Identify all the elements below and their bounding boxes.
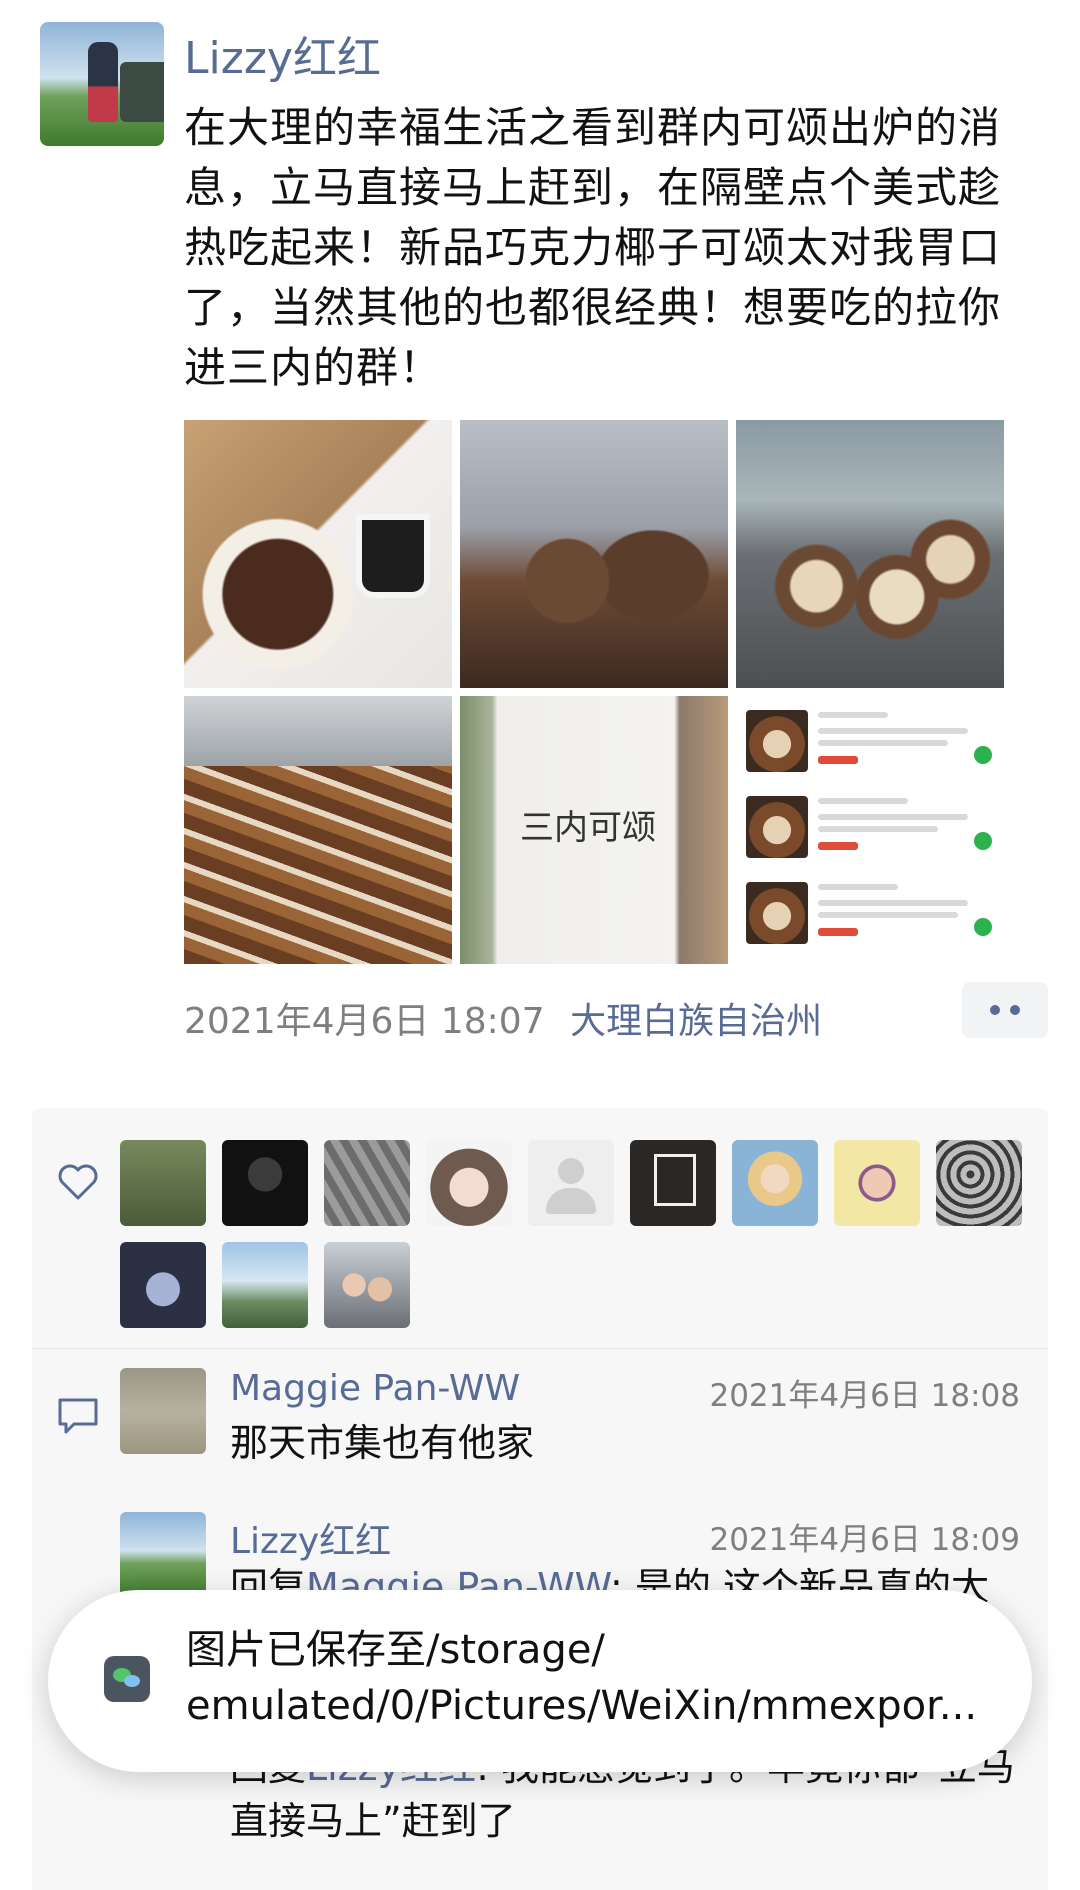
- photo-croissant-tray[interactable]: [460, 420, 728, 688]
- menu-line: [818, 712, 888, 718]
- like-avatar[interactable]: [936, 1140, 1022, 1226]
- comment-item[interactable]: Maggie Pan-WW 2021年4月6日 18:08 那天市集也有他家: [120, 1368, 1020, 1478]
- more-dot-icon: [990, 1005, 1000, 1015]
- menu-line: [818, 740, 948, 746]
- moments-post-page: Lizzy红红 在大理的幸福生活之看到群内可颂出炉的消息，立马直接马上赶到，在隔…: [0, 0, 1080, 1890]
- photo-menu-screenshot[interactable]: [736, 696, 1004, 964]
- add-icon: [974, 832, 992, 850]
- menu-line: [818, 900, 968, 906]
- post-meta: 2021年4月6日 18:07 大理白族自治州: [184, 992, 822, 1044]
- heart-icon: [58, 1164, 98, 1200]
- more-actions-button[interactable]: [962, 982, 1048, 1038]
- like-avatar[interactable]: [630, 1140, 716, 1226]
- menu-price: [818, 756, 858, 764]
- toast-line: emulated/0/Pictures/WeiXin/mmexpor...: [186, 1683, 978, 1729]
- menu-line: [818, 912, 958, 918]
- comment-avatar[interactable]: [120, 1512, 206, 1598]
- author-name[interactable]: Lizzy红红: [184, 22, 381, 86]
- like-avatar[interactable]: [324, 1242, 410, 1328]
- photo-croissant-rows[interactable]: [184, 696, 452, 964]
- add-icon: [974, 918, 992, 936]
- avatar-figure: [88, 42, 118, 122]
- menu-price: [818, 842, 858, 850]
- menu-thumb: [746, 710, 808, 772]
- menu-line: [818, 798, 908, 804]
- comment-avatar[interactable]: [120, 1368, 206, 1454]
- toast-message: 图片已保存至/storage/ emulated/0/Pictures/WeiX…: [186, 1622, 996, 1734]
- post-text: 在大理的幸福生活之看到群内可颂出炉的消息，立马直接马上赶到，在隔壁点个美式趁热吃…: [184, 103, 1002, 392]
- save-toast: 图片已保存至/storage/ emulated/0/Pictures/WeiX…: [48, 1590, 1032, 1772]
- author-avatar[interactable]: [40, 22, 164, 146]
- post-location[interactable]: 大理白族自治州: [570, 1001, 822, 1042]
- like-avatar[interactable]: [732, 1140, 818, 1226]
- menu-row: [746, 790, 996, 872]
- comment-text: 那天市集也有他家: [230, 1421, 535, 1465]
- menu-line: [818, 826, 938, 832]
- bag-logo-text: 三内可颂: [520, 808, 656, 848]
- add-icon: [974, 746, 992, 764]
- menu-line: [818, 884, 898, 890]
- menu-line: [818, 728, 968, 734]
- menu-line: [818, 814, 968, 820]
- menu-row: [746, 876, 996, 958]
- comment-author[interactable]: Maggie Pan-WW: [230, 1368, 520, 1409]
- photo-croissant-window[interactable]: [736, 420, 1004, 688]
- like-avatar[interactable]: [324, 1140, 410, 1226]
- menu-row: [746, 704, 996, 786]
- wechat-icon: [104, 1656, 150, 1702]
- comment-time: 2021年4月6日 18:09: [709, 1522, 1020, 1558]
- menu-price: [818, 928, 858, 936]
- comment-icon: [58, 1398, 98, 1434]
- comment-author[interactable]: Lizzy红红: [230, 1512, 391, 1564]
- menu-thumb: [746, 796, 808, 858]
- like-avatar[interactable]: [222, 1140, 308, 1226]
- like-avatar[interactable]: [120, 1242, 206, 1328]
- avatar-vehicle: [120, 62, 164, 122]
- toast-line: 图片已保存至/storage/: [186, 1627, 605, 1673]
- menu-thumb: [746, 882, 808, 944]
- photo-grid: 三内可颂: [184, 420, 1004, 964]
- photo-bag[interactable]: 三内可颂: [460, 696, 728, 964]
- photo-croissant-coffee[interactable]: [184, 420, 452, 688]
- like-avatar-default-icon[interactable]: [528, 1140, 614, 1226]
- like-avatars: [120, 1140, 1050, 1328]
- like-avatar[interactable]: [120, 1140, 206, 1226]
- like-avatar[interactable]: [834, 1140, 920, 1226]
- social-panel: Maggie Pan-WW 2021年4月6日 18:08 那天市集也有他家 L…: [32, 1108, 1048, 1890]
- divider: [32, 1348, 1048, 1349]
- more-dot-icon: [1010, 1005, 1020, 1015]
- like-avatar[interactable]: [426, 1140, 512, 1226]
- comment-time: 2021年4月6日 18:08: [709, 1378, 1020, 1414]
- like-avatar[interactable]: [222, 1242, 308, 1328]
- post-timestamp: 2021年4月6日 18:07: [184, 1001, 545, 1042]
